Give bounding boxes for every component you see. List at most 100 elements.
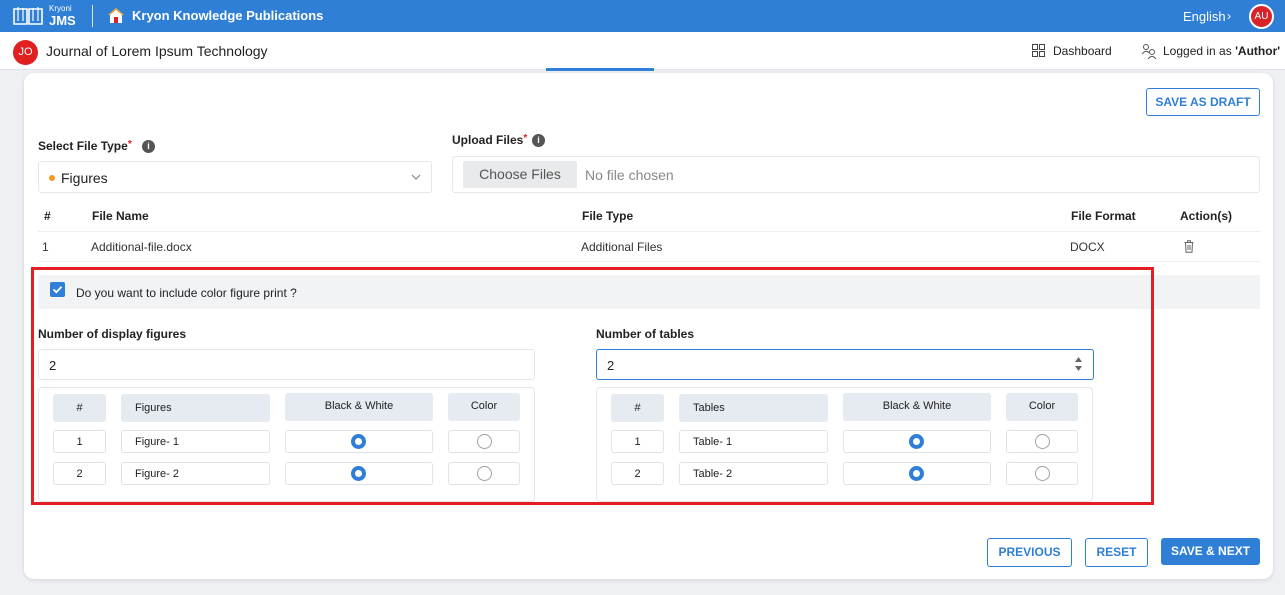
journal-title: Journal of Lorem Ipsum Technology	[46, 43, 268, 59]
figure-bw-radio[interactable]	[351, 466, 366, 481]
figures-header-name-text: Figures	[135, 402, 172, 414]
table-row-name-text: Table- 2	[693, 468, 733, 480]
home-icon[interactable]	[107, 7, 125, 24]
figure-row-bw-cell	[285, 430, 433, 453]
active-step-indicator	[546, 68, 654, 71]
column-header-file-format: File Format	[1071, 209, 1136, 223]
file-type-label: Select File Type*	[38, 139, 132, 153]
file-row-type: Additional Files	[581, 240, 663, 254]
upload-form-card	[24, 73, 1273, 579]
table-row-num: 2	[611, 462, 664, 485]
file-row-format: DOCX	[1070, 240, 1105, 254]
table-row-name-text: Table- 1	[693, 436, 733, 448]
file-row-name: Additional-file.docx	[91, 240, 192, 254]
figure-row-bw-cell	[285, 462, 433, 485]
display-figures-input[interactable]: 2	[38, 349, 535, 380]
tables-header-name: Tables	[679, 394, 828, 422]
figure-row-name-text: Figure- 1	[135, 436, 180, 448]
app-logo[interactable]: Kryoni JMS	[12, 3, 84, 29]
column-header-num: #	[44, 209, 51, 223]
tables-header-num: #	[611, 394, 664, 422]
column-header-file-name: File Name	[92, 209, 149, 223]
users-icon	[1141, 44, 1157, 59]
column-header-actions: Action(s)	[1180, 209, 1232, 223]
chevron-right-icon[interactable]: ›	[1227, 9, 1231, 23]
required-mark: *	[127, 139, 132, 150]
file-row-num: 1	[42, 240, 49, 254]
table-divider	[38, 261, 1260, 262]
logged-in-role: 'Author'	[1235, 44, 1281, 58]
figure-color-radio[interactable]	[477, 466, 492, 481]
column-header-file-type: File Type	[582, 209, 634, 223]
book-logo-icon	[13, 7, 43, 25]
reset-button[interactable]: RESET	[1085, 538, 1148, 567]
file-type-label-text: Select File Type	[38, 139, 128, 153]
dashboard-link[interactable]: Dashboard	[1053, 44, 1112, 58]
no-file-text: No file chosen	[585, 167, 674, 183]
info-icon[interactable]: i	[142, 140, 155, 153]
tables-header-color: Color	[1006, 393, 1078, 421]
logged-in-status: Logged in as 'Author'	[1163, 44, 1280, 58]
table-bw-radio[interactable]	[909, 466, 924, 481]
figures-header-color-text: Color	[470, 400, 498, 412]
table-row-color-cell	[1006, 462, 1078, 485]
figure-row-name: Figure- 2	[121, 462, 270, 485]
required-mark: *	[523, 133, 528, 144]
file-upload-field[interactable]: Choose Files No file chosen	[452, 156, 1260, 193]
figure-color-radio[interactable]	[477, 434, 492, 449]
display-figures-value: 2	[49, 358, 57, 373]
save-as-draft-button[interactable]: SAVE AS DRAFT	[1146, 88, 1260, 116]
dashboard-grid-icon[interactable]	[1032, 44, 1045, 57]
choose-files-button[interactable]: Choose Files	[463, 161, 577, 188]
chevron-down-icon	[411, 174, 421, 180]
color-print-checkbox[interactable]	[50, 282, 65, 297]
previous-button[interactable]: PREVIOUS	[987, 538, 1072, 567]
tables-header-bw-text: Black & White	[882, 400, 952, 412]
tables-header-color-text: Color	[1028, 400, 1056, 412]
file-type-select[interactable]: Figures	[38, 161, 432, 193]
tables-count-input[interactable]: 2	[596, 349, 1094, 380]
display-figures-label: Number of display figures	[38, 327, 187, 341]
trash-icon[interactable]	[1184, 240, 1194, 253]
figures-header-name: Figures	[121, 394, 270, 422]
table-row-num-text: 1	[634, 436, 641, 448]
tables-count-value: 2	[607, 358, 615, 373]
table-color-radio[interactable]	[1035, 434, 1050, 449]
tables-count-label: Number of tables	[596, 327, 695, 341]
publisher-link[interactable]: Kryon Knowledge Publications	[132, 8, 323, 23]
number-spinner-icon[interactable]	[1074, 355, 1083, 373]
figures-header-bw-text: Black & White	[324, 400, 394, 412]
checkmark-icon	[52, 286, 63, 294]
upload-files-label-text: Upload Files	[452, 133, 524, 147]
figure-row-num-text: 2	[76, 468, 83, 480]
figure-bw-radio[interactable]	[351, 434, 366, 449]
figures-header-bw: Black & White	[285, 393, 433, 421]
status-dot-icon	[49, 175, 55, 181]
table-row-num: 1	[611, 430, 664, 453]
brand-name: JMS	[49, 13, 76, 28]
info-icon[interactable]: i	[532, 134, 545, 147]
journal-header: JO Journal of Lorem Ipsum Technology Das…	[0, 32, 1285, 70]
figure-row-num: 2	[53, 462, 106, 485]
figure-row-num-text: 1	[76, 436, 83, 448]
table-row-num-text: 2	[634, 468, 641, 480]
table-row-name: Table- 2	[679, 462, 828, 485]
tables-header-name-text: Tables	[693, 402, 725, 414]
table-divider	[38, 231, 1260, 232]
navbar-divider	[92, 5, 93, 27]
table-color-radio[interactable]	[1035, 466, 1050, 481]
tables-header-num-text: #	[634, 402, 641, 414]
language-selector[interactable]: English	[1183, 9, 1226, 24]
figure-row-color-cell	[448, 462, 520, 485]
figure-row-color-cell	[448, 430, 520, 453]
file-type-value: Figures	[61, 170, 108, 186]
figure-row-num: 1	[53, 430, 106, 453]
table-row-bw-cell	[843, 462, 991, 485]
tables-header-bw: Black & White	[843, 393, 991, 421]
figure-row-name: Figure- 1	[121, 430, 270, 453]
figures-header-num: #	[53, 394, 106, 422]
save-and-next-button[interactable]: SAVE & NEXT	[1161, 538, 1260, 565]
user-avatar[interactable]: AU	[1249, 4, 1274, 29]
figures-header-color: Color	[448, 393, 520, 421]
table-bw-radio[interactable]	[909, 434, 924, 449]
